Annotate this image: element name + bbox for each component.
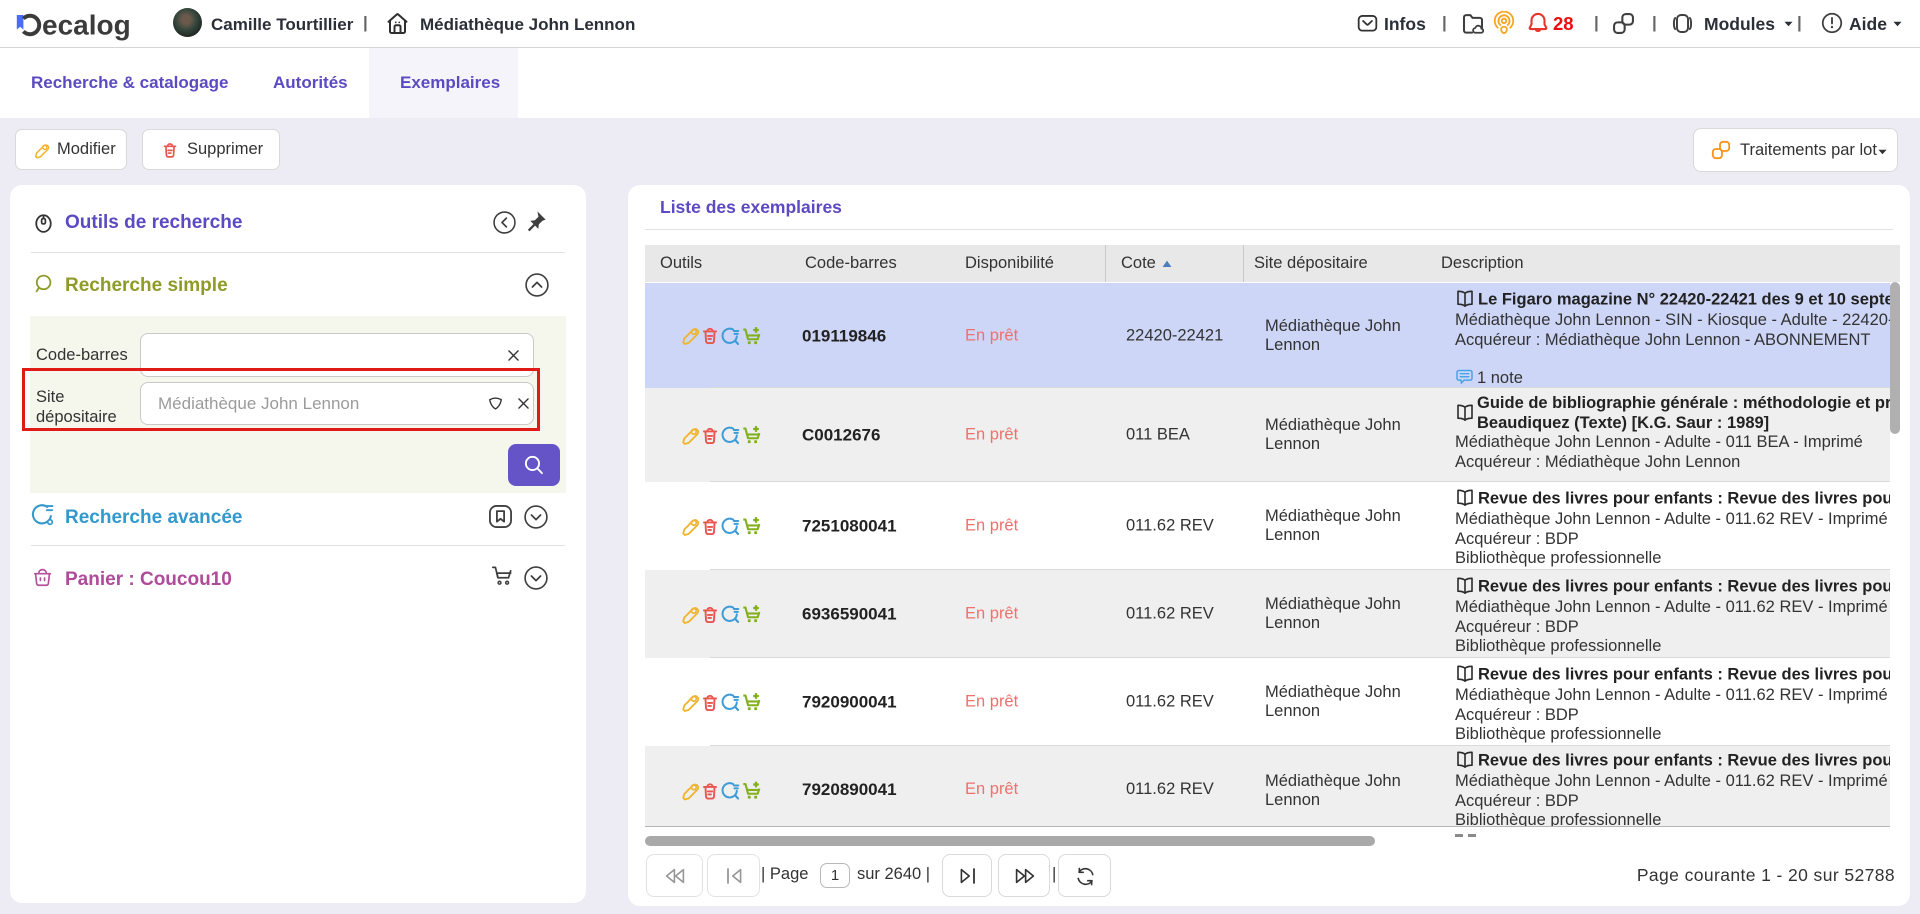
svg-text:ecalog: ecalog xyxy=(42,10,131,41)
